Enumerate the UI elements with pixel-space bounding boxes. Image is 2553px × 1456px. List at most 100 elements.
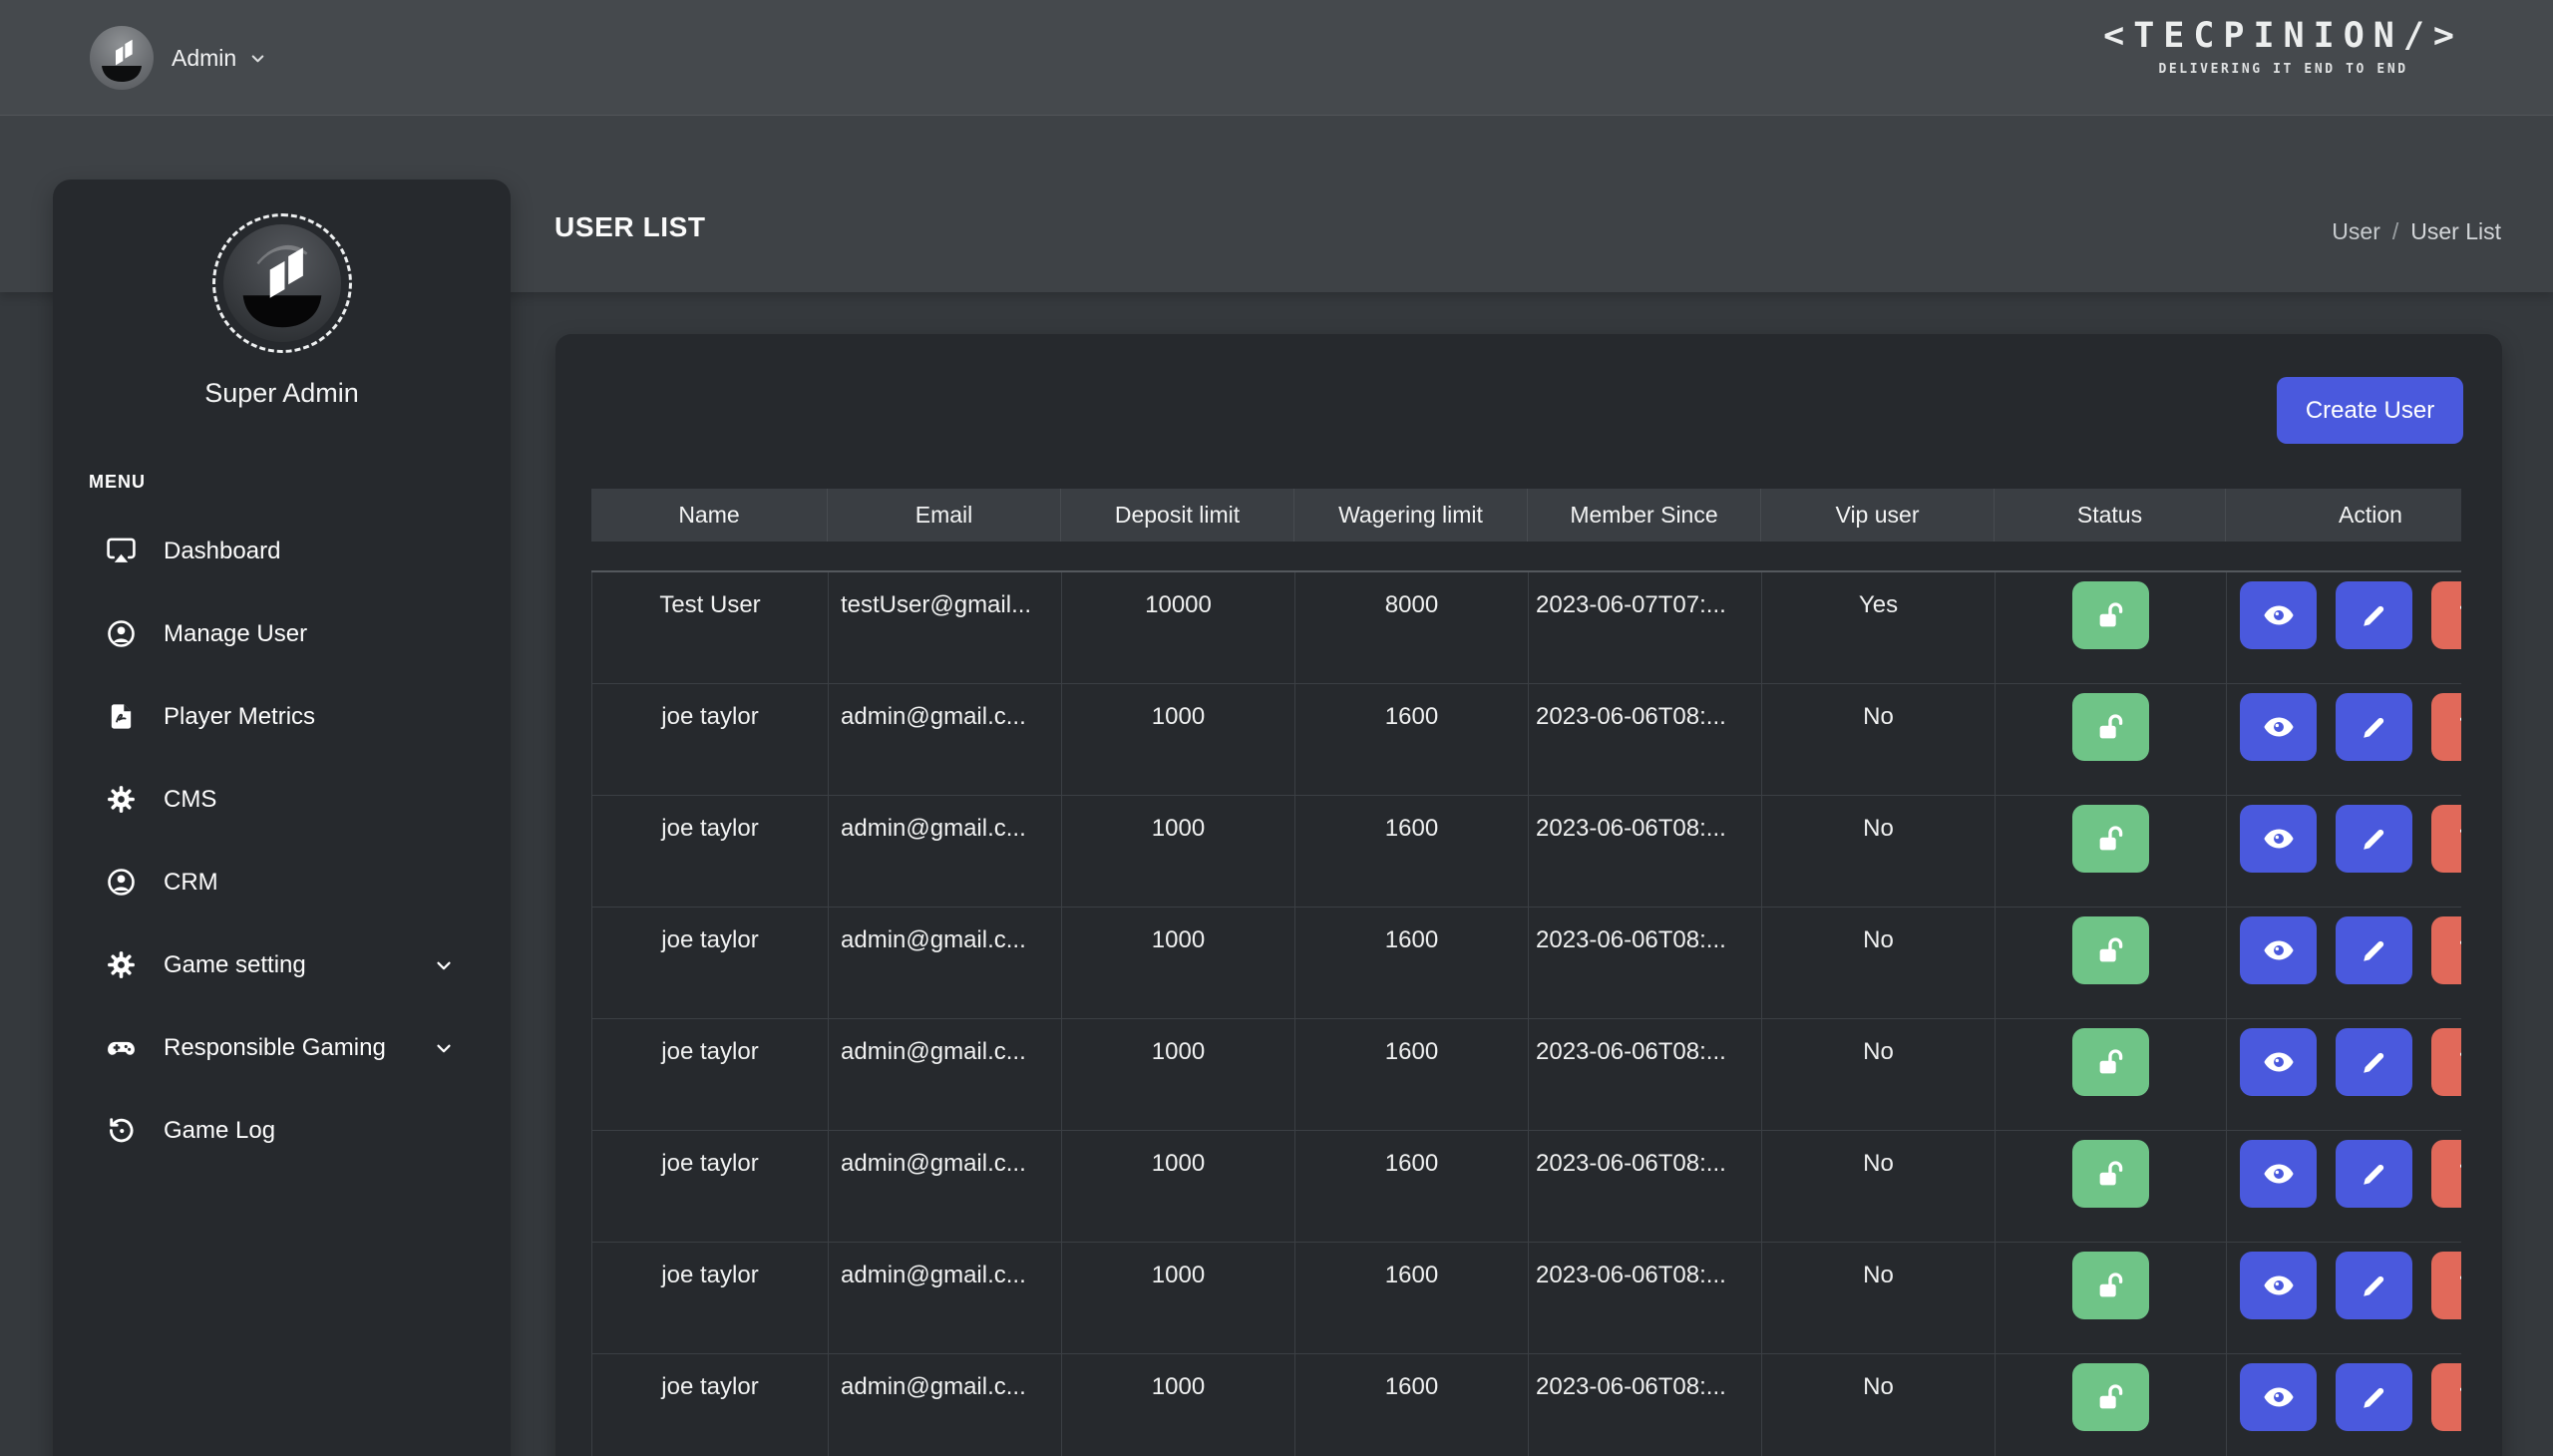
sidebar-item-crm[interactable]: CRM <box>53 841 511 923</box>
column-header-email: Email <box>828 489 1061 542</box>
edit-user-button[interactable] <box>2336 1140 2412 1208</box>
cell-deposit-limit: 1000 <box>1062 796 1295 907</box>
create-user-button[interactable]: Create User <box>2277 377 2463 444</box>
cell-wagering-limit: 1600 <box>1295 908 1529 1018</box>
cell-email: admin@gmail.c... <box>829 1131 1062 1242</box>
admin-dropdown[interactable]: Admin <box>172 0 267 116</box>
delete-user-button[interactable] <box>2431 581 2461 649</box>
cell-vip-user: No <box>1762 1354 1996 1456</box>
edit-user-button[interactable] <box>2336 805 2412 873</box>
topbar-avatar[interactable] <box>90 26 154 90</box>
view-user-button[interactable] <box>2240 1363 2317 1431</box>
column-header-deposit-limit: Deposit limit <box>1061 489 1294 542</box>
cell-member-since: 2023-06-06T08:... <box>1529 1019 1762 1130</box>
cell-member-since: 2023-06-06T08:... <box>1529 1243 1762 1353</box>
cell-deposit-limit: 1000 <box>1062 1019 1295 1130</box>
delete-user-button[interactable] <box>2431 916 2461 984</box>
sidebar-item-game-log[interactable]: Game Log <box>53 1089 511 1172</box>
status-unlock-button[interactable] <box>2072 916 2149 984</box>
sidebar-item-responsible-gaming[interactable]: Responsible Gaming <box>53 1006 511 1089</box>
delete-user-button[interactable] <box>2431 1252 2461 1319</box>
pencil-icon <box>2360 825 2388 854</box>
edit-user-button[interactable] <box>2336 581 2412 649</box>
table-row: joe taylor admin@gmail.c... 1000 1600 20… <box>591 796 2461 908</box>
view-user-button[interactable] <box>2240 581 2317 649</box>
unlock-icon <box>2095 1271 2126 1301</box>
trash-icon <box>2455 824 2461 854</box>
cell-name: joe taylor <box>592 908 829 1018</box>
status-unlock-button[interactable] <box>2072 1140 2149 1208</box>
sidebar-item-cms[interactable]: CMS <box>53 758 511 841</box>
cell-action <box>2227 796 2461 907</box>
table-row: joe taylor admin@gmail.c... 1000 1600 20… <box>591 1131 2461 1243</box>
cell-name: joe taylor <box>592 1131 829 1242</box>
sidebar-item-label: Manage User <box>164 619 308 647</box>
column-header-wagering-limit: Wagering limit <box>1294 489 1528 542</box>
delete-user-button[interactable] <box>2431 1028 2461 1096</box>
brand-tagline: DELIVERING IT END TO END <box>2158 62 2408 77</box>
edit-user-button[interactable] <box>2336 693 2412 761</box>
status-unlock-button[interactable] <box>2072 1252 2149 1319</box>
delete-user-button[interactable] <box>2431 1140 2461 1208</box>
table-row: joe taylor admin@gmail.c... 1000 1600 20… <box>591 908 2461 1019</box>
cell-deposit-limit: 1000 <box>1062 908 1295 1018</box>
cell-action <box>2227 1354 2461 1456</box>
trash-icon <box>2455 935 2461 965</box>
cell-member-since: 2023-06-06T08:... <box>1529 796 1762 907</box>
status-unlock-button[interactable] <box>2072 1028 2149 1096</box>
avatar-ring <box>211 213 352 353</box>
edit-user-button[interactable] <box>2336 1028 2412 1096</box>
sidebar-item-game-setting[interactable]: Game setting <box>53 923 511 1006</box>
cell-email: admin@gmail.c... <box>829 684 1062 795</box>
cell-deposit-limit: 1000 <box>1062 1243 1295 1353</box>
cell-deposit-limit: 1000 <box>1062 684 1295 795</box>
cell-email: admin@gmail.c... <box>829 1019 1062 1130</box>
delete-user-button[interactable] <box>2431 693 2461 761</box>
view-user-button[interactable] <box>2240 805 2317 873</box>
status-unlock-button[interactable] <box>2072 581 2149 649</box>
view-user-button[interactable] <box>2240 1252 2317 1319</box>
cell-email: admin@gmail.c... <box>829 908 1062 1018</box>
cell-action <box>2227 1131 2461 1242</box>
view-user-button[interactable] <box>2240 916 2317 984</box>
edit-user-button[interactable] <box>2336 1363 2412 1431</box>
unlock-icon <box>2095 824 2126 855</box>
sidebar-item-player-metrics[interactable]: Player Metrics <box>53 675 511 758</box>
cell-wagering-limit: 1600 <box>1295 796 1529 907</box>
trash-icon <box>2455 600 2461 630</box>
edit-user-button[interactable] <box>2336 1252 2412 1319</box>
view-user-button[interactable] <box>2240 693 2317 761</box>
user-circle-icon <box>106 618 137 649</box>
breadcrumb-parent-link[interactable]: User <box>2332 218 2380 245</box>
sidebar-item-manage-user[interactable]: Manage User <box>53 592 511 675</box>
unlock-icon <box>2095 935 2126 966</box>
cell-name: joe taylor <box>592 1354 829 1456</box>
cell-name: joe taylor <box>592 796 829 907</box>
status-unlock-button[interactable] <box>2072 805 2149 873</box>
breadcrumb-separator: / <box>2391 218 2399 244</box>
view-user-button[interactable] <box>2240 1140 2317 1208</box>
cell-action <box>2227 572 2461 683</box>
pencil-icon <box>2360 936 2388 965</box>
cell-member-since: 2023-06-06T08:... <box>1529 1354 1762 1456</box>
delete-user-button[interactable] <box>2431 1363 2461 1431</box>
cell-wagering-limit: 8000 <box>1295 572 1529 683</box>
status-unlock-button[interactable] <box>2072 693 2149 761</box>
cell-name: joe taylor <box>592 1019 829 1130</box>
sidebar-item-dashboard[interactable]: Dashboard <box>53 510 511 592</box>
table-row: joe taylor admin@gmail.c... 1000 1600 20… <box>591 1243 2461 1354</box>
edit-user-button[interactable] <box>2336 916 2412 984</box>
brand-logo-text: <TECPINION/> <box>2103 16 2463 56</box>
cell-deposit-limit: 1000 <box>1062 1354 1295 1456</box>
view-user-button[interactable] <box>2240 1028 2317 1096</box>
eye-icon <box>2262 710 2296 744</box>
eye-icon <box>2262 1045 2296 1079</box>
status-unlock-button[interactable] <box>2072 1363 2149 1431</box>
trash-icon <box>2455 1271 2461 1300</box>
cell-status <box>1996 1243 2227 1353</box>
pencil-icon <box>2360 1383 2388 1412</box>
delete-user-button[interactable] <box>2431 805 2461 873</box>
unlock-icon <box>2095 600 2126 631</box>
cell-wagering-limit: 1600 <box>1295 1019 1529 1130</box>
cell-email: admin@gmail.c... <box>829 1243 1062 1353</box>
